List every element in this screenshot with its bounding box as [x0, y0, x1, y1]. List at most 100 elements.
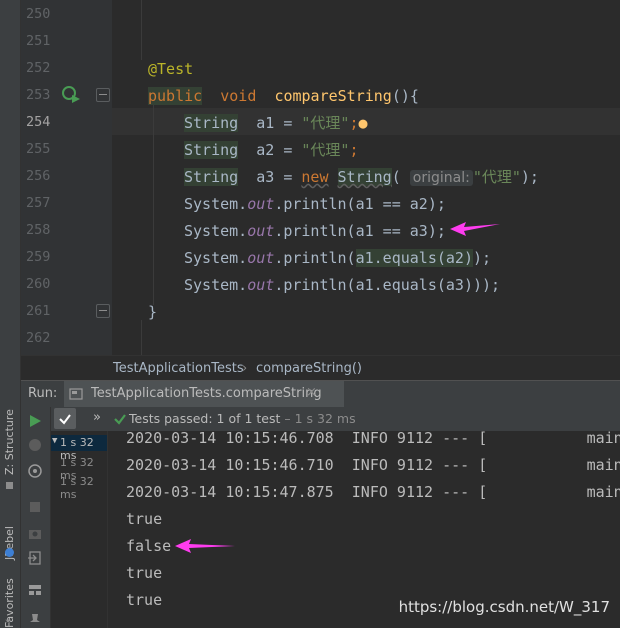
static-field: out: [247, 276, 275, 294]
string-literal: "代理": [472, 168, 521, 186]
type-string: String: [184, 141, 239, 159]
code-text: a1.equals(a3): [355, 276, 473, 294]
line-number: 256: [26, 168, 51, 184]
console-line: 2020-03-14 10:15:46.708 INFO 9112 --- [ …: [126, 431, 620, 447]
line-number: 252: [26, 60, 51, 76]
pin-icon[interactable]: [27, 612, 43, 628]
code-text: System.: [184, 249, 248, 267]
code-text: System.: [184, 195, 248, 213]
code-line-261: }: [148, 303, 158, 321]
toggle-autotest-icon[interactable]: [27, 463, 43, 479]
string-literal: "代理": [301, 114, 350, 132]
code-line-257: System.out.println(a1 == a2);: [184, 193, 446, 215]
left-tool-strip: Z: Structure JRebel Favorites ★: [0, 0, 21, 628]
line-number: 262: [26, 330, 51, 346]
code-text: a1.equals(a2): [355, 249, 473, 267]
watermark: https://blog.csdn.net/W_317: [398, 598, 610, 616]
breadcrumb-class[interactable]: TestApplicationTests: [113, 361, 244, 376]
jrebel-icon: [5, 548, 14, 557]
stop-icon[interactable]: [27, 499, 43, 515]
close-icon[interactable]: ×: [306, 385, 317, 400]
fold-icon[interactable]: [96, 88, 110, 102]
type-string: String: [184, 168, 239, 186]
passed-check-icon: [114, 414, 126, 425]
lightbulb-icon[interactable]: ●: [359, 114, 368, 132]
test-config-icon: [69, 388, 83, 400]
line-number: 251: [26, 33, 51, 49]
status-time: – 1 s 32 ms: [280, 411, 356, 426]
method-name: compareString: [274, 87, 392, 105]
code-text: a2 =: [256, 141, 302, 159]
parameter-hint: original:: [409, 170, 473, 186]
code-text: System.: [184, 222, 248, 240]
test-tree[interactable]: ▼ 1 s 32 ms 1 s 32 ms 1 s 32 ms: [51, 431, 108, 628]
code-line-254: String a1 = "代理";●: [184, 112, 368, 134]
indent-guide: [141, 320, 142, 355]
star-icon: ★: [5, 615, 12, 626]
keyword-void: void: [220, 87, 257, 105]
code-editor[interactable]: 250 251 252 253 254 255 256 257 258 259 …: [0, 0, 620, 355]
show-passed-toggle[interactable]: [54, 408, 76, 429]
keyword-new: new: [301, 168, 329, 186]
line-number: 255: [26, 141, 51, 157]
code-annotation: @Test: [148, 60, 194, 78]
code-text: System.: [184, 276, 248, 294]
rerun-failed-icon[interactable]: [27, 437, 43, 453]
breadcrumb: TestApplicationTests › compareString(): [20, 355, 620, 380]
string-literal: "代理": [301, 141, 350, 159]
code-line-260: System.out.println(a1.equals(a3)));: [184, 274, 500, 296]
structure-side-tab[interactable]: Z: Structure: [3, 409, 16, 475]
status-total: of 1 test: [224, 411, 281, 426]
line-number: 259: [26, 249, 51, 265]
run-tab[interactable]: TestApplicationTests.compareString ×: [64, 381, 344, 407]
test-status-bar: » Tests passed: 1 of 1 test – 1 s 32 ms: [51, 407, 620, 432]
layout-icon[interactable]: [27, 582, 43, 598]
structure-icon: [6, 482, 13, 489]
code-text: .println(a1 == a3);: [274, 222, 446, 240]
code-punct: ;: [349, 114, 359, 132]
code-text: .println(a1 == a2);: [274, 195, 446, 213]
annotation-arrow: [175, 539, 235, 553]
static-field: out: [247, 222, 275, 240]
type-string: String: [184, 114, 239, 132]
type-string: String: [337, 168, 392, 186]
breadcrumb-method[interactable]: compareString(): [256, 361, 362, 376]
code-punct: );: [520, 168, 539, 186]
indent-guide: [141, 0, 142, 60]
run-label: Run:: [28, 386, 58, 401]
test-status-text: Tests passed: 1 of 1 test – 1 s 32 ms: [129, 411, 356, 426]
code-line-255: String a2 = "代理";: [184, 139, 359, 161]
fold-icon[interactable]: [96, 304, 110, 318]
check-icon: [59, 414, 71, 425]
static-field: out: [247, 249, 275, 267]
code-text: ));: [473, 276, 501, 294]
indent-guide: [153, 105, 154, 305]
expand-icon[interactable]: »: [93, 410, 101, 425]
code-line-253: public void compareString(){: [148, 85, 419, 107]
code-punct: ;: [349, 141, 359, 159]
console-line: false: [126, 537, 172, 555]
expand-arrow-icon[interactable]: ▼: [52, 436, 57, 446]
console-line: true: [126, 510, 163, 528]
console-line: 2020-03-14 10:15:46.710 INFO 9112 --- [ …: [126, 456, 620, 474]
code-punct: (){: [391, 87, 419, 105]
export-icon[interactable]: [27, 550, 43, 566]
run-test-gutter-icon[interactable]: [60, 84, 82, 104]
code-text: .println(: [274, 249, 356, 267]
code-punct: (: [391, 168, 401, 186]
console-line: true: [126, 564, 163, 582]
status-prefix: Tests passed:: [129, 411, 217, 426]
console-line: true: [126, 591, 163, 609]
rerun-icon[interactable]: [27, 413, 43, 429]
run-toolbar: [20, 407, 51, 628]
camera-icon[interactable]: [27, 525, 43, 541]
static-field: out: [247, 195, 275, 213]
code-text: a3 =: [256, 168, 302, 186]
line-number: 257: [26, 195, 51, 211]
run-panel-header: Run: TestApplicationTests.compareString …: [20, 380, 620, 408]
tree-time: 1 s 32 ms: [60, 475, 94, 501]
line-number: 258: [26, 222, 51, 238]
breadcrumb-separator: ›: [242, 361, 248, 376]
line-number-current: 254: [26, 114, 51, 130]
line-number: 260: [26, 276, 51, 292]
